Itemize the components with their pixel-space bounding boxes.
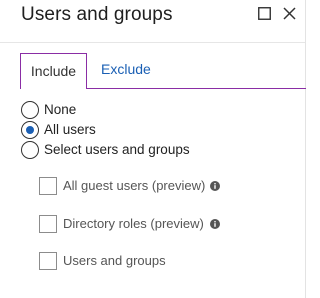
panel-title: Users and groups (21, 4, 173, 25)
checkbox-label: Users and groups (63, 253, 166, 268)
checkbox[interactable] (39, 252, 57, 270)
checkbox[interactable] (39, 215, 57, 233)
checkbox[interactable] (39, 177, 57, 195)
radio-button[interactable] (21, 121, 39, 139)
radio-button[interactable] (21, 101, 39, 119)
checkbox-label: Directory roles (preview) (63, 216, 204, 231)
radio-selected-dot (26, 126, 34, 134)
info-icon[interactable] (210, 219, 220, 229)
maximize-icon[interactable] (258, 7, 271, 20)
radio-label: All users (44, 122, 96, 137)
checkbox-label: All guest users (preview) (63, 178, 206, 193)
tab-include[interactable]: Include (20, 53, 87, 89)
panel-header: Users and groups (0, 0, 305, 43)
info-icon[interactable] (210, 181, 220, 191)
radio-label: Select users and groups (44, 142, 190, 157)
radio-button[interactable] (21, 141, 39, 159)
users-and-groups-panel: Users and groups Include Exclude None Al… (0, 0, 306, 298)
tab-bar: Include Exclude (20, 53, 306, 89)
tab-exclude[interactable]: Exclude (88, 53, 168, 89)
tab-underline (87, 88, 306, 89)
close-icon[interactable] (283, 7, 296, 20)
radio-label: None (44, 102, 77, 117)
